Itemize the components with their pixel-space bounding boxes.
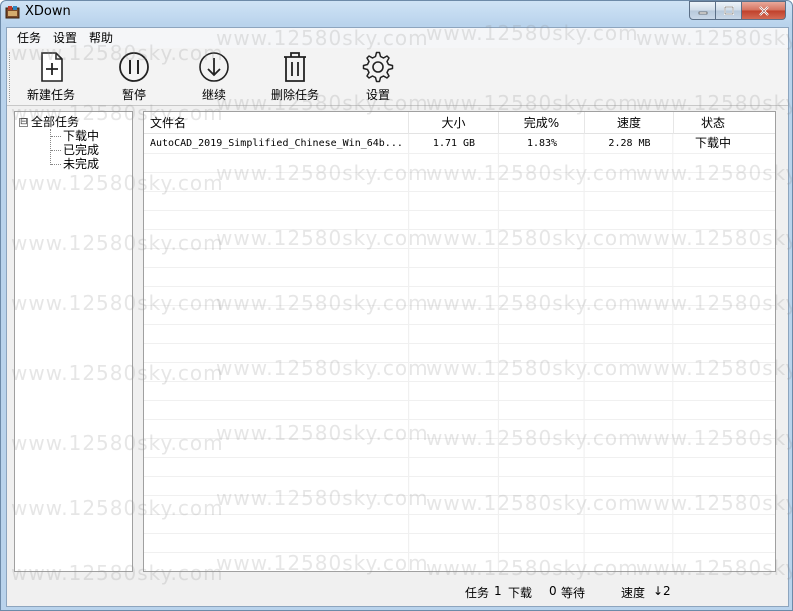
menu-help[interactable]: 帮助 — [83, 28, 119, 48]
content-area: ⊟ 全部任务 下载中 已完成 未完成 文件名 大小 完成% 速度 状态 Auto… — [7, 107, 788, 575]
window-title: XDown — [25, 4, 71, 19]
menu-settings[interactable]: 设置 — [47, 28, 83, 48]
new-task-button[interactable]: 新建任务 — [23, 50, 79, 104]
tree-root-label: 全部任务 — [31, 115, 80, 129]
menu-bar: 任务 设置 帮助 — [7, 28, 788, 48]
cell-status: 下载中 — [694, 136, 731, 150]
table-row[interactable]: AutoCAD_2019_Simplified_Chinese_Win_64b.… — [144, 134, 775, 153]
close-icon — [758, 5, 769, 16]
cell-speed: 2.28 MB — [608, 138, 651, 149]
tree-item-completed[interactable]: 已完成 — [51, 143, 99, 157]
status-speed-value: ↓2 — [653, 584, 671, 598]
pause-button[interactable]: 暂停 — [109, 50, 159, 104]
status-waiting-label: 等待 — [561, 586, 586, 600]
column-header-percent[interactable]: 完成% — [499, 112, 585, 134]
tree-connector-stub — [51, 149, 61, 151]
pause-label: 暂停 — [121, 88, 146, 102]
status-downloading-label: 下载 — [508, 586, 533, 600]
maximize-icon — [723, 6, 734, 15]
tree-item-label: 已完成 — [63, 143, 100, 157]
column-header-status[interactable]: 状态 — [674, 112, 752, 134]
cell-percent: 1.83% — [526, 138, 558, 149]
status-waiting-count: 0 — [549, 584, 557, 598]
pause-icon — [119, 52, 149, 82]
list-header: 文件名 大小 完成% 速度 状态 — [144, 112, 775, 134]
settings-button[interactable]: 设置 — [353, 50, 403, 104]
column-header-filename[interactable]: 文件名 — [144, 112, 409, 134]
toolbar: 新建任务 暂停 继续 删除任务 设置 — [7, 48, 788, 106]
minimize-button[interactable] — [689, 1, 716, 20]
cell-filename: AutoCAD_2019_Simplified_Chinese_Win_64b.… — [150, 138, 403, 149]
tree-connector-stub — [51, 135, 61, 137]
gear-icon — [362, 51, 394, 83]
delete-task-button[interactable]: 删除任务 — [265, 50, 325, 104]
collapse-icon[interactable]: ⊟ — [19, 117, 28, 127]
menu-task[interactable]: 任务 — [11, 28, 47, 48]
download-arrow-icon — [199, 52, 229, 82]
tree-item-label: 下载中 — [63, 129, 100, 143]
column-header-size[interactable]: 大小 — [409, 112, 499, 134]
status-tasks-count: 1 — [494, 584, 502, 598]
tree-item-incomplete[interactable]: 未完成 — [51, 157, 99, 171]
delete-task-label: 删除任务 — [270, 88, 319, 102]
tree-item-label: 未完成 — [63, 157, 100, 171]
minimize-icon — [698, 11, 707, 14]
status-tasks-label: 任务 — [465, 586, 490, 600]
status-bar: 任务 1 下载 0 等待 速度 ↓2 — [7, 576, 788, 606]
title-bar[interactable]: XDown — [1, 1, 792, 25]
tree-root[interactable]: ⊟ 全部任务 — [19, 115, 79, 129]
new-file-icon — [41, 52, 63, 82]
column-header-speed[interactable]: 速度 — [585, 112, 674, 134]
task-tree: ⊟ 全部任务 下载中 已完成 未完成 — [14, 111, 133, 572]
task-list: 文件名 大小 完成% 速度 状态 AutoCAD_2019_Simplified… — [143, 111, 776, 572]
list-grid — [144, 134, 775, 571]
status-speed-label: 速度 — [621, 586, 646, 600]
cell-size: 1.71 GB — [432, 138, 476, 149]
app-window: XDown 任务 设置 帮助 新建任务 暂停 继续 删除任务 设置 ⊟ 全部任务… — [0, 0, 793, 611]
close-button[interactable] — [742, 1, 786, 20]
caption-buttons — [689, 1, 786, 21]
client-area: 任务 设置 帮助 新建任务 暂停 继续 删除任务 设置 ⊟ 全部任务 下载中 已… — [6, 27, 789, 607]
app-icon — [5, 6, 20, 19]
new-task-label: 新建任务 — [26, 88, 75, 102]
resume-label: 继续 — [201, 88, 226, 102]
maximize-button[interactable] — [716, 1, 742, 20]
resume-button[interactable]: 继续 — [189, 50, 239, 104]
tree-connector-stub — [51, 163, 61, 165]
toolbar-grip[interactable] — [9, 52, 12, 102]
trash-icon — [284, 52, 306, 82]
tree-item-downloading[interactable]: 下载中 — [51, 129, 99, 143]
settings-label: 设置 — [365, 88, 390, 102]
